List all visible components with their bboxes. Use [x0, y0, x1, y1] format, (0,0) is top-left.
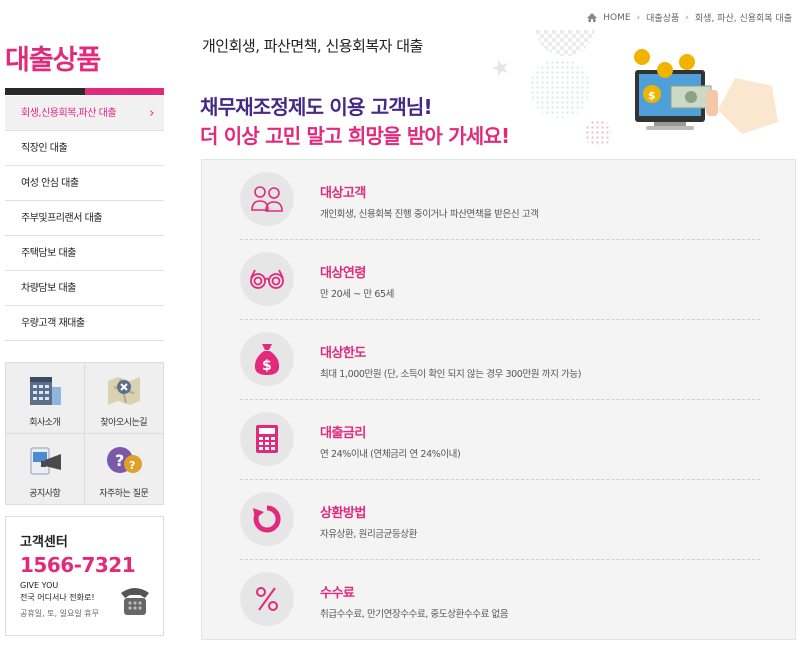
info-item-desc: 만 20세 ~ 만 65세 [320, 289, 394, 300]
quick-link-directions[interactable]: 찾아오시는길 [84, 363, 163, 434]
breadcrumb: HOME › 대출상품 › 회생, 파산, 신용회복 대출 [587, 11, 792, 24]
quick-links: 회사소개 찾아오시는길 공지사항 ? ? 자주하는 질문 [5, 362, 164, 505]
info-item-title: 대상연령 [320, 266, 366, 281]
chevron-right-icon: › [636, 12, 641, 23]
calculator-icon [240, 412, 294, 466]
info-item-desc: 최대 1,000만원 (단, 소득이 확인 되지 않는 경우 300만원 까지 … [320, 369, 582, 380]
breadcrumb-current: 회생, 파산, 신용회복 대출 [694, 14, 792, 24]
sidebar-item-label: 주부및프리랜서 대출 [21, 213, 102, 224]
hero-subheadline: 더 이상 고민 말고 희망을 받아 가세요! [200, 124, 510, 148]
sidebar-divider [5, 88, 164, 95]
sidebar-item-label: 주택담보 대출 [21, 248, 76, 259]
home-icon[interactable] [587, 13, 598, 22]
sidebar-item-prime-customer-reloan[interactable]: 우량고객 재대출 [5, 306, 164, 341]
sidebar-title: 대출상품 [5, 45, 101, 76]
sidebar-item-housing-mortgage-loan[interactable]: 주택담보 대출 [5, 236, 164, 271]
info-item-title: 대출금리 [320, 426, 366, 441]
customer-center-title: 고객센터 [20, 535, 68, 550]
hero-headline: 채무재조정제도 이용 고객님! [200, 95, 433, 119]
info-item-target-age: 대상연령 만 20세 ~ 만 65세 [240, 240, 760, 320]
map-icon [107, 377, 140, 405]
chevron-right-icon: › [685, 12, 689, 23]
sidebar-item-worker-loan[interactable]: 직장인 대출 [5, 131, 164, 166]
people-icon [240, 172, 294, 226]
refresh-icon [240, 492, 294, 546]
sidebar-item-label: 회생,신용회복,파산 대출 [21, 108, 117, 119]
sidebar-item-vehicle-loan[interactable]: 차량담보 대출 [5, 271, 164, 306]
info-item-desc: 자유상환, 원리금균등상환 [320, 529, 417, 540]
info-item-title: 대상고객 [320, 186, 366, 201]
quick-link-label: 공지사항 [29, 488, 61, 499]
sidebar-item-label: 직장인 대출 [21, 143, 68, 154]
sidebar-item-housewife-freelancer-loan[interactable]: 주부및프리랜서 대출 [5, 201, 164, 236]
loan-info-panel: 대상고객 개인회생, 신용회복 진행 중이거나 파산면책을 받은신 고객 대상연… [201, 159, 796, 640]
quick-link-label: 회사소개 [29, 418, 61, 428]
percent-icon [240, 572, 294, 626]
info-item-desc: 취급수수료, 만기연장수수료, 중도상환수수료 없음 [320, 609, 509, 620]
sidebar-item-rehabilitation-loan[interactable]: 회생,신용회복,파산 대출 › [5, 96, 164, 131]
page-title: 개인회생, 파산면책, 신용회복자 대출 [202, 37, 423, 55]
info-item-desc: 개인회생, 신용회복 진행 중이거나 파산면책을 받은신 고객 [320, 209, 539, 220]
svg-text:$: $ [648, 89, 656, 102]
company-icon [29, 377, 61, 405]
sidebar-item-label: 우량고객 재대출 [21, 318, 85, 329]
faq-icon: ? ? [106, 446, 142, 473]
glasses-icon [240, 252, 294, 306]
info-item-fees: 수수료 취급수수료, 만기연장수수료, 중도상환수수료 없음 [240, 560, 760, 640]
info-item-title: 대상한도 [320, 346, 366, 361]
sidebar-item-women-loan[interactable]: 여성 안심 대출 [5, 166, 164, 201]
svg-text:$: $ [262, 358, 272, 374]
customer-center: 고객센터 1566-7321 GIVE YOU 전국 어디서나 전화로! 공휴일… [5, 516, 164, 636]
sidebar-item-label: 차량담보 대출 [21, 283, 76, 294]
customer-center-phone[interactable]: 1566-7321 [20, 553, 163, 577]
info-item-limit: $ 대상한도 최대 1,000만원 (단, 소득이 확인 되지 않는 경우 30… [240, 320, 760, 400]
quick-link-company[interactable]: 회사소개 [6, 363, 85, 434]
info-item-title: 수수료 [320, 586, 355, 601]
telephone-icon [121, 588, 149, 615]
quick-link-notice[interactable]: 공지사항 [6, 433, 85, 504]
info-item-repayment: 상환방법 자유상환, 원리금균등상환 [240, 480, 760, 560]
money-bag-icon: $ [240, 332, 294, 386]
notice-icon [30, 447, 61, 474]
info-item-desc: 연 24%이내 (연체금리 연 24%이내) [320, 449, 461, 460]
hero-illustration: $ [492, 30, 778, 147]
quick-link-label: 찾아오시는길 [100, 418, 148, 428]
svg-text:?: ? [115, 451, 124, 470]
info-item-interest-rate: 대출금리 연 24%이내 (연체금리 연 24%이내) [240, 400, 760, 480]
sidebar-menu: 회생,신용회복,파산 대출 › 직장인 대출 여성 안심 대출 주부및프리랜서 대… [5, 96, 164, 341]
info-item-title: 상환방법 [320, 506, 366, 521]
info-item-target-customer: 대상고객 개인회생, 신용회복 진행 중이거나 파산면책을 받은신 고객 [240, 160, 760, 240]
sidebar-item-label: 여성 안심 대출 [21, 178, 79, 189]
quick-link-label: 자주하는 질문 [99, 488, 149, 499]
breadcrumb-home[interactable]: HOME [603, 13, 630, 23]
chevron-right-icon: › [149, 106, 154, 121]
svg-text:?: ? [129, 459, 135, 472]
quick-link-faq[interactable]: ? ? 자주하는 질문 [85, 434, 164, 505]
breadcrumb-category[interactable]: 대출상품 [646, 11, 679, 24]
